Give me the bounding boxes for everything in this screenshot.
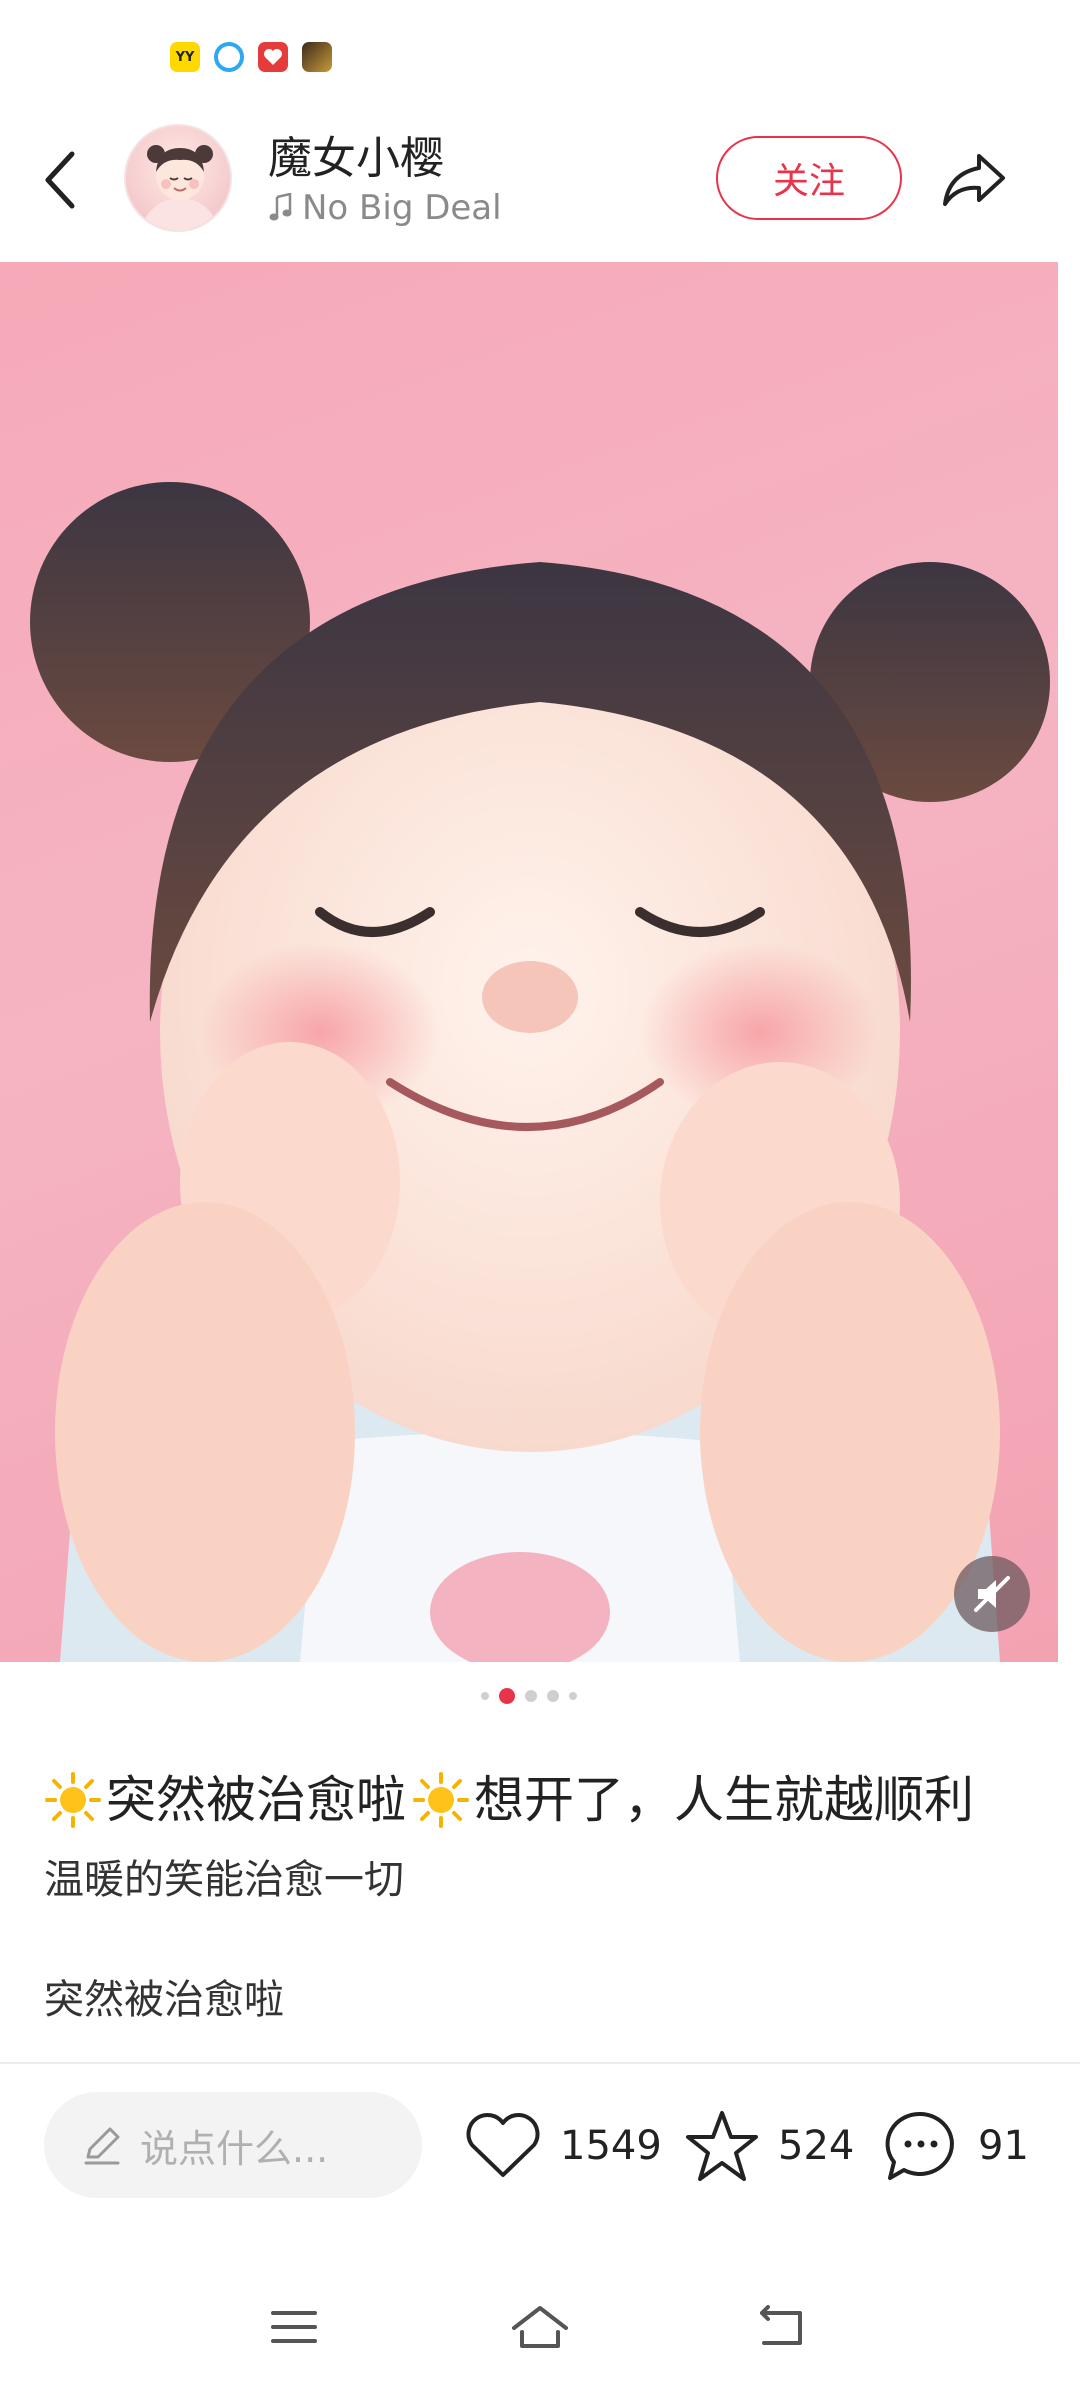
carousel-dot-active — [499, 1688, 515, 1704]
home-icon — [512, 2306, 568, 2348]
speaker-muted-icon — [974, 1576, 1010, 1612]
heart-icon — [466, 2113, 540, 2177]
sun-emoji-icon — [413, 1772, 469, 1828]
caption-title-part2: 想开了，人生就越顺利 — [474, 1771, 974, 1829]
game-app-icon — [302, 42, 332, 72]
caption-subtitle: 温暖的笑能治愈一切 — [44, 1857, 404, 1903]
yy-app-icon: YY — [170, 42, 200, 72]
star-icon — [686, 2111, 758, 2181]
post-caption: 突然被治愈啦 想开了，人生就越顺利 温暖的笑能治愈一切 突然被治愈啦 — [44, 1760, 1044, 2030]
pencil-icon — [84, 2127, 120, 2165]
menu-lines-icon — [271, 2311, 317, 2343]
like-button[interactable]: 1549 — [464, 2096, 662, 2196]
bird-app-icon — [214, 42, 244, 72]
avatar-girl-icon — [140, 145, 220, 230]
mute-toggle-button[interactable] — [954, 1556, 1030, 1632]
chevron-left-icon — [45, 151, 75, 209]
favorite-count: 524 — [778, 2123, 855, 2169]
follow-button[interactable]: 关注 — [716, 136, 902, 220]
music-title: No Big Deal — [302, 188, 502, 228]
speech-bubble-icon — [885, 2111, 954, 2180]
smiling-girl-illustration — [30, 482, 1050, 1662]
caption-title: 突然被治愈啦 想开了，人生就越顺利 — [44, 1760, 1044, 1840]
share-arrow-icon — [943, 154, 1005, 206]
comment-count: 91 — [978, 2123, 1029, 2169]
status-bar: YY — [0, 0, 1080, 100]
music-note-icon — [269, 193, 292, 221]
system-navigation-bar — [0, 2252, 1080, 2400]
status-notification-icons: YY — [170, 42, 332, 72]
system-back-button[interactable] — [742, 2292, 822, 2362]
comment-placeholder: 说点什么... — [140, 2126, 329, 2171]
bottom-action-bar: 说点什么... 1549 524 91 — [0, 2062, 1080, 2252]
carousel-dot — [481, 1692, 489, 1700]
music-info[interactable]: No Big Deal — [268, 188, 502, 228]
author-name[interactable]: 魔女小樱 — [268, 122, 444, 186]
return-arrow-icon — [760, 2305, 802, 2345]
back-button[interactable] — [30, 140, 90, 220]
caption-body: 突然被治愈啦 — [44, 1977, 284, 2023]
author-avatar[interactable] — [124, 124, 232, 232]
share-button[interactable] — [934, 140, 1014, 220]
favorite-button[interactable]: 524 — [684, 2096, 854, 2196]
comments-button[interactable]: 91 — [882, 2096, 1029, 2196]
carousel-dot — [547, 1690, 559, 1702]
comment-input[interactable]: 说点什么... — [44, 2092, 422, 2198]
post-image[interactable] — [0, 262, 1058, 1662]
like-count: 1549 — [560, 2123, 662, 2169]
sun-emoji-icon — [45, 1772, 101, 1828]
red-app-icon — [258, 42, 288, 72]
carousel-dot — [569, 1692, 577, 1700]
post-header: 魔女小樱 No Big Deal 关注 — [0, 100, 1080, 260]
carousel-dot — [525, 1690, 537, 1702]
caption-title-part1: 突然被治愈啦 — [106, 1771, 406, 1829]
carousel-indicator — [0, 1688, 1058, 1704]
home-button[interactable] — [500, 2292, 580, 2362]
recent-apps-button[interactable] — [254, 2292, 334, 2362]
